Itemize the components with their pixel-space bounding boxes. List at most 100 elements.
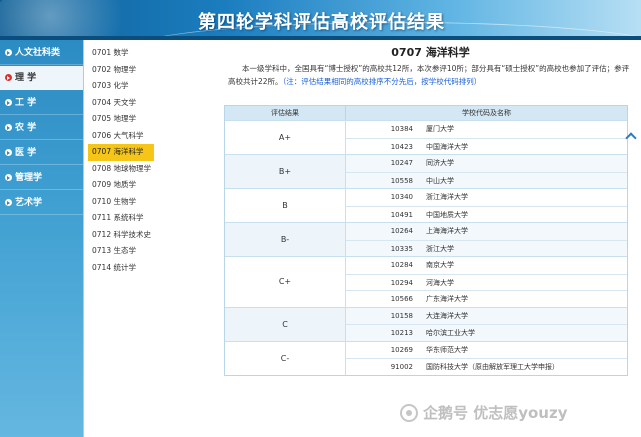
- sidebar-item-label: 管理学: [15, 172, 43, 183]
- school-code: 10558: [390, 176, 413, 185]
- table-row: 10558 中山大学: [346, 171, 627, 189]
- arrow-right-icon: [5, 124, 12, 131]
- grade-rows: 10340 浙江海洋大学 10491 中国地质大学: [346, 189, 627, 222]
- school-code: 10384: [390, 125, 413, 133]
- grade-rows: 10158 大连海洋大学 10213 哈尔滨工业大学: [346, 307, 627, 341]
- school-name: 中山大学: [426, 176, 454, 185]
- globe-graphic: [0, 0, 140, 40]
- table-row: 10213 哈尔滨工业大学: [346, 324, 627, 341]
- subject-link[interactable]: 0710 生物学: [88, 194, 154, 211]
- table-row: 10269 华东师范大学: [346, 342, 627, 359]
- table-row: 10264 上海海洋大学: [346, 223, 627, 240]
- sidebar-item-label: 人文社科类: [15, 47, 61, 58]
- school-name: 厦门大学: [426, 125, 454, 133]
- sidebar: 人文社科类理 学工 学农 学医 学管理学艺术学: [0, 40, 84, 437]
- sidebar-item-3[interactable]: 农 学: [0, 116, 83, 140]
- subject-link[interactable]: 0711 系统科学: [88, 210, 154, 227]
- subject-link[interactable]: 0707 海洋科学: [88, 144, 154, 161]
- grade-label: C-: [225, 341, 346, 375]
- grade-group: A+ 10384 厦门大学 10423 中国海洋大学: [225, 120, 627, 154]
- subject-link[interactable]: 0706 大气科学: [88, 128, 154, 145]
- header-banner: 第四轮学科评估高校评估结果: [0, 0, 641, 40]
- grade-label: B+: [225, 155, 346, 188]
- sidebar-item-4[interactable]: 医 学: [0, 141, 83, 165]
- school-name: 大连海洋大学: [426, 311, 468, 320]
- discipline-title: 0707 海洋科学: [391, 46, 470, 59]
- school-code: 10423: [390, 142, 413, 151]
- grade-label: A+: [225, 121, 346, 154]
- sidebar-item-0[interactable]: 人文社科类: [0, 41, 83, 65]
- table-row: 10247 同济大学: [346, 155, 627, 172]
- grade-rows: 10247 同济大学 10558 中山大学: [346, 155, 627, 188]
- subject-link[interactable]: 0714 统计学: [88, 260, 154, 277]
- table-row: 10566 广东海洋大学: [346, 290, 627, 307]
- school-code: 10247: [390, 159, 413, 167]
- grade-rows: 10284 南京大学 10294 河海大学 10566 广东海洋大学: [346, 257, 627, 307]
- sidebar-item-6[interactable]: 艺术学: [0, 191, 83, 215]
- school-name: 中国地质大学: [426, 210, 468, 219]
- scroll-up-button[interactable]: [625, 130, 637, 144]
- subject-link[interactable]: 0708 地球物理学: [88, 161, 154, 178]
- table-row: 10384 厦门大学: [346, 121, 627, 138]
- school-name: 同济大学: [426, 159, 454, 167]
- grade-label: C+: [225, 257, 346, 307]
- school-code: 10340: [390, 193, 413, 201]
- subject-link[interactable]: 0704 天文学: [88, 95, 154, 112]
- table-header: 评估结果 学校代码及名称: [225, 106, 627, 120]
- header-grade: 评估结果: [225, 106, 346, 120]
- arrow-right-icon: [5, 74, 12, 81]
- table-row: 91002 国防科技大学（原由解放军理工大学申报）: [346, 358, 627, 375]
- grade-rows: 10269 华东师范大学 91002 国防科技大学（原由解放军理工大学申报）: [346, 342, 627, 375]
- sidebar-item-1[interactable]: 理 学: [0, 66, 83, 90]
- school-code: 91002: [390, 363, 413, 371]
- sidebar-item-label: 艺术学: [15, 197, 43, 208]
- subject-list: 0701 数学 0702 物理学 0703 化学 0704 天文学 0705 地理学 07…: [88, 45, 218, 276]
- arrow-right-icon: [5, 49, 12, 56]
- arrow-right-icon: [5, 199, 12, 206]
- header-school: 学校代码及名称: [462, 109, 511, 117]
- arrow-right-icon: [5, 99, 12, 106]
- chevron-up-icon: [625, 132, 637, 144]
- table-row: 10340 浙江海洋大学: [346, 189, 627, 206]
- school-name: 浙江大学: [426, 244, 454, 253]
- watermark: 企鹅号 优志愿youzy: [400, 402, 568, 423]
- penguin-logo-icon: [400, 403, 418, 422]
- subject-link[interactable]: 0703 化学: [88, 78, 154, 95]
- subject-link[interactable]: 0705 地理学: [88, 111, 154, 128]
- page-title: 第四轮学科评估高校评估结果: [198, 12, 445, 33]
- sidebar-item-label: 农 学: [15, 122, 37, 133]
- grade-label: B-: [225, 223, 346, 256]
- sidebar-item-5[interactable]: 管理学: [0, 166, 83, 190]
- school-name: 河海大学: [426, 278, 454, 287]
- grade-group: B 10340 浙江海洋大学 10491 中国地质大学: [225, 188, 627, 222]
- subject-link[interactable]: 0713 生态学: [88, 243, 154, 260]
- grade-group: C+ 10284 南京大学 10294 河海大学 10566 广东海洋大学: [225, 256, 627, 307]
- description: 本一级学科中，全国具有“博士授权”的高校共12所，本次参评10所；部分具有“硕士…: [224, 63, 637, 88]
- sidebar-item-label: 理 学: [15, 72, 37, 83]
- grade-rows: 10264 上海海洋大学 10335 浙江大学: [346, 223, 627, 256]
- subject-link[interactable]: 0702 物理学: [88, 62, 154, 79]
- school-name: 浙江海洋大学: [426, 193, 468, 201]
- school-code: 10335: [390, 244, 413, 253]
- school-name: 广东海洋大学: [426, 295, 468, 303]
- banner-strip: [0, 36, 641, 40]
- grade-label: B: [225, 189, 346, 222]
- grade-group: B+ 10247 同济大学 10558 中山大学: [225, 154, 627, 188]
- grade-rows: 10384 厦门大学 10423 中国海洋大学: [346, 121, 627, 154]
- arrow-right-icon: [5, 174, 12, 181]
- grade-group: B- 10264 上海海洋大学 10335 浙江大学: [225, 222, 627, 256]
- sidebar-item-2[interactable]: 工 学: [0, 91, 83, 115]
- grade-group: C 10158 大连海洋大学 10213 哈尔滨工业大学: [225, 306, 627, 341]
- results-table: 评估结果 学校代码及名称 A+ 10384 厦门大学 10423 中国海洋大学 B+ 102…: [224, 105, 628, 376]
- subject-link[interactable]: 0701 数学: [88, 45, 154, 62]
- school-code: 10284: [390, 261, 413, 269]
- subject-link[interactable]: 0709 地质学: [88, 177, 154, 194]
- table-row: 10284 南京大学: [346, 257, 627, 274]
- school-code: 10213: [390, 329, 413, 337]
- school-code: 10294: [390, 278, 413, 287]
- school-name: 上海海洋大学: [426, 227, 468, 235]
- school-code: 10158: [390, 311, 413, 320]
- school-code: 10264: [390, 227, 413, 235]
- grade-label: C: [225, 307, 346, 341]
- subject-link[interactable]: 0712 科学技术史: [88, 227, 154, 244]
